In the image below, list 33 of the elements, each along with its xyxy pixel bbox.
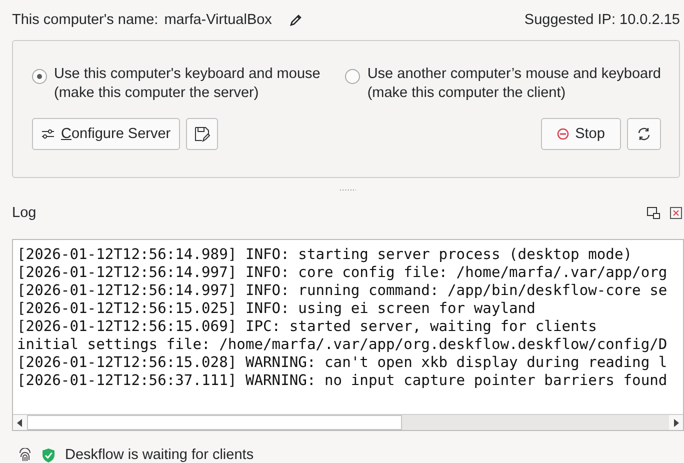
shield-check-icon — [42, 448, 55, 462]
log-line: initial settings file: /home/marfa/.var/app/org.deskflow.deskflow/config/D — [17, 336, 668, 354]
log-line: [2026-01-12T12:56:15.025] INFO: using ei screen for wayland — [17, 300, 536, 318]
fingerprint-icon[interactable] — [18, 448, 32, 462]
log-line: [2026-01-12T12:56:15.069] IPC: started server, waiting for clients — [17, 318, 598, 336]
save-button[interactable] — [186, 118, 218, 150]
log-line: [2026-01-12T12:56:37.111] WARNING: no input capture pointer barriers found — [17, 372, 668, 390]
log-line: [2026-01-12T12:56:14.997] INFO: core config file: /home/marfa/.var/app/org — [17, 264, 668, 282]
radio-button[interactable] — [32, 68, 47, 84]
sliders-icon — [41, 128, 55, 140]
status-message: Deskflow is waiting for clients — [65, 447, 254, 463]
suggested-ip: Suggested IP: 10.0.2.15 — [524, 12, 680, 28]
configure-server-button[interactable]: Configure Server — [32, 118, 180, 150]
stop-icon — [557, 128, 570, 140]
scroll-right-icon[interactable] — [673, 418, 679, 426]
log-line: [2026-01-12T12:56:14.989] INFO: starting server process (desktop mode) — [17, 246, 634, 264]
log-title: Log — [12, 205, 36, 222]
close-icon[interactable] — [670, 207, 682, 220]
refresh-button[interactable] — [627, 118, 661, 150]
computer-name-label: This computer's name: — [12, 12, 158, 28]
log-line: [2026-01-12T12:56:15.028] WARNING: can't open xkb display during reading l — [17, 354, 668, 372]
float-panel-icon[interactable] — [647, 207, 660, 220]
radio-button[interactable] — [345, 68, 360, 84]
splitter-handle-icon[interactable] — [340, 188, 356, 191]
pencil-icon[interactable] — [290, 14, 302, 26]
mode-label[interactable]: Use another computer’s mouse and keyboard (make this computer the client) — [367, 64, 661, 103]
computer-name-value: marfa-VirtualBox — [164, 12, 272, 28]
mode-label[interactable]: Use this computer's keyboard and mouse (make this computer the server) — [54, 64, 320, 103]
save-edit-icon — [194, 126, 210, 142]
scroll-left-icon[interactable] — [17, 418, 23, 426]
stop-button[interactable]: Stop — [541, 118, 621, 150]
log-line: [2026-01-12T12:56:14.997] INFO: running command: /app/bin/deskflow-core se — [17, 282, 668, 300]
refresh-icon — [637, 126, 651, 141]
